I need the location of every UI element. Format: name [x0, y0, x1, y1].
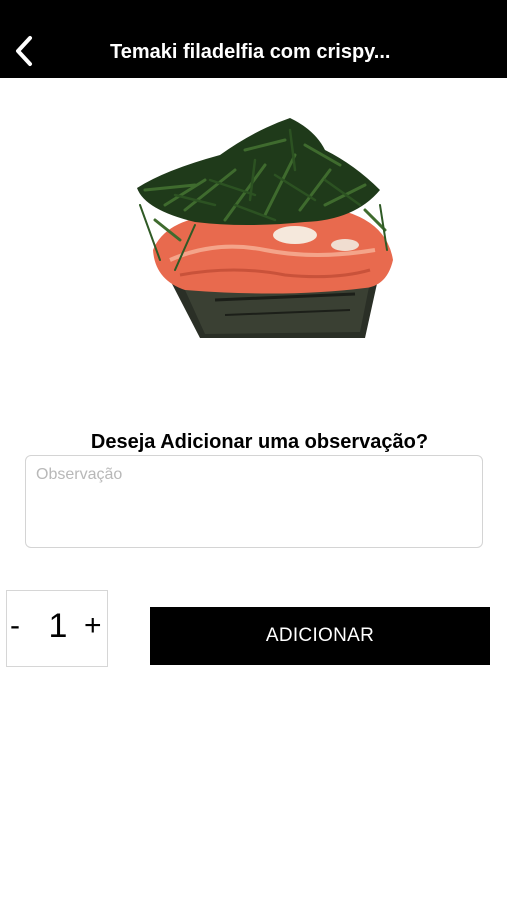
- page-title: Temaki filadelfia com crispy...: [110, 41, 391, 63]
- observation-field[interactable]: [25, 455, 483, 548]
- increment-button[interactable]: +: [84, 609, 102, 643]
- observation-question: Deseja Adicionar uma observação?: [90, 431, 429, 453]
- chevron-left-icon: [16, 36, 32, 66]
- quantity-value: 1: [48, 607, 68, 645]
- back-button[interactable]: [10, 30, 40, 70]
- quantity-stepper: - 1 +: [6, 590, 108, 667]
- temaki-illustration: [137, 118, 393, 338]
- product-detail-screen: Temaki filadelfia com crispy... Deseja A…: [0, 0, 507, 900]
- decrement-button[interactable]: -: [10, 609, 20, 643]
- header-bar: Temaki filadelfia com crispy...: [0, 0, 507, 78]
- product-image: [125, 110, 395, 342]
- add-button[interactable]: ADICIONAR: [150, 607, 490, 665]
